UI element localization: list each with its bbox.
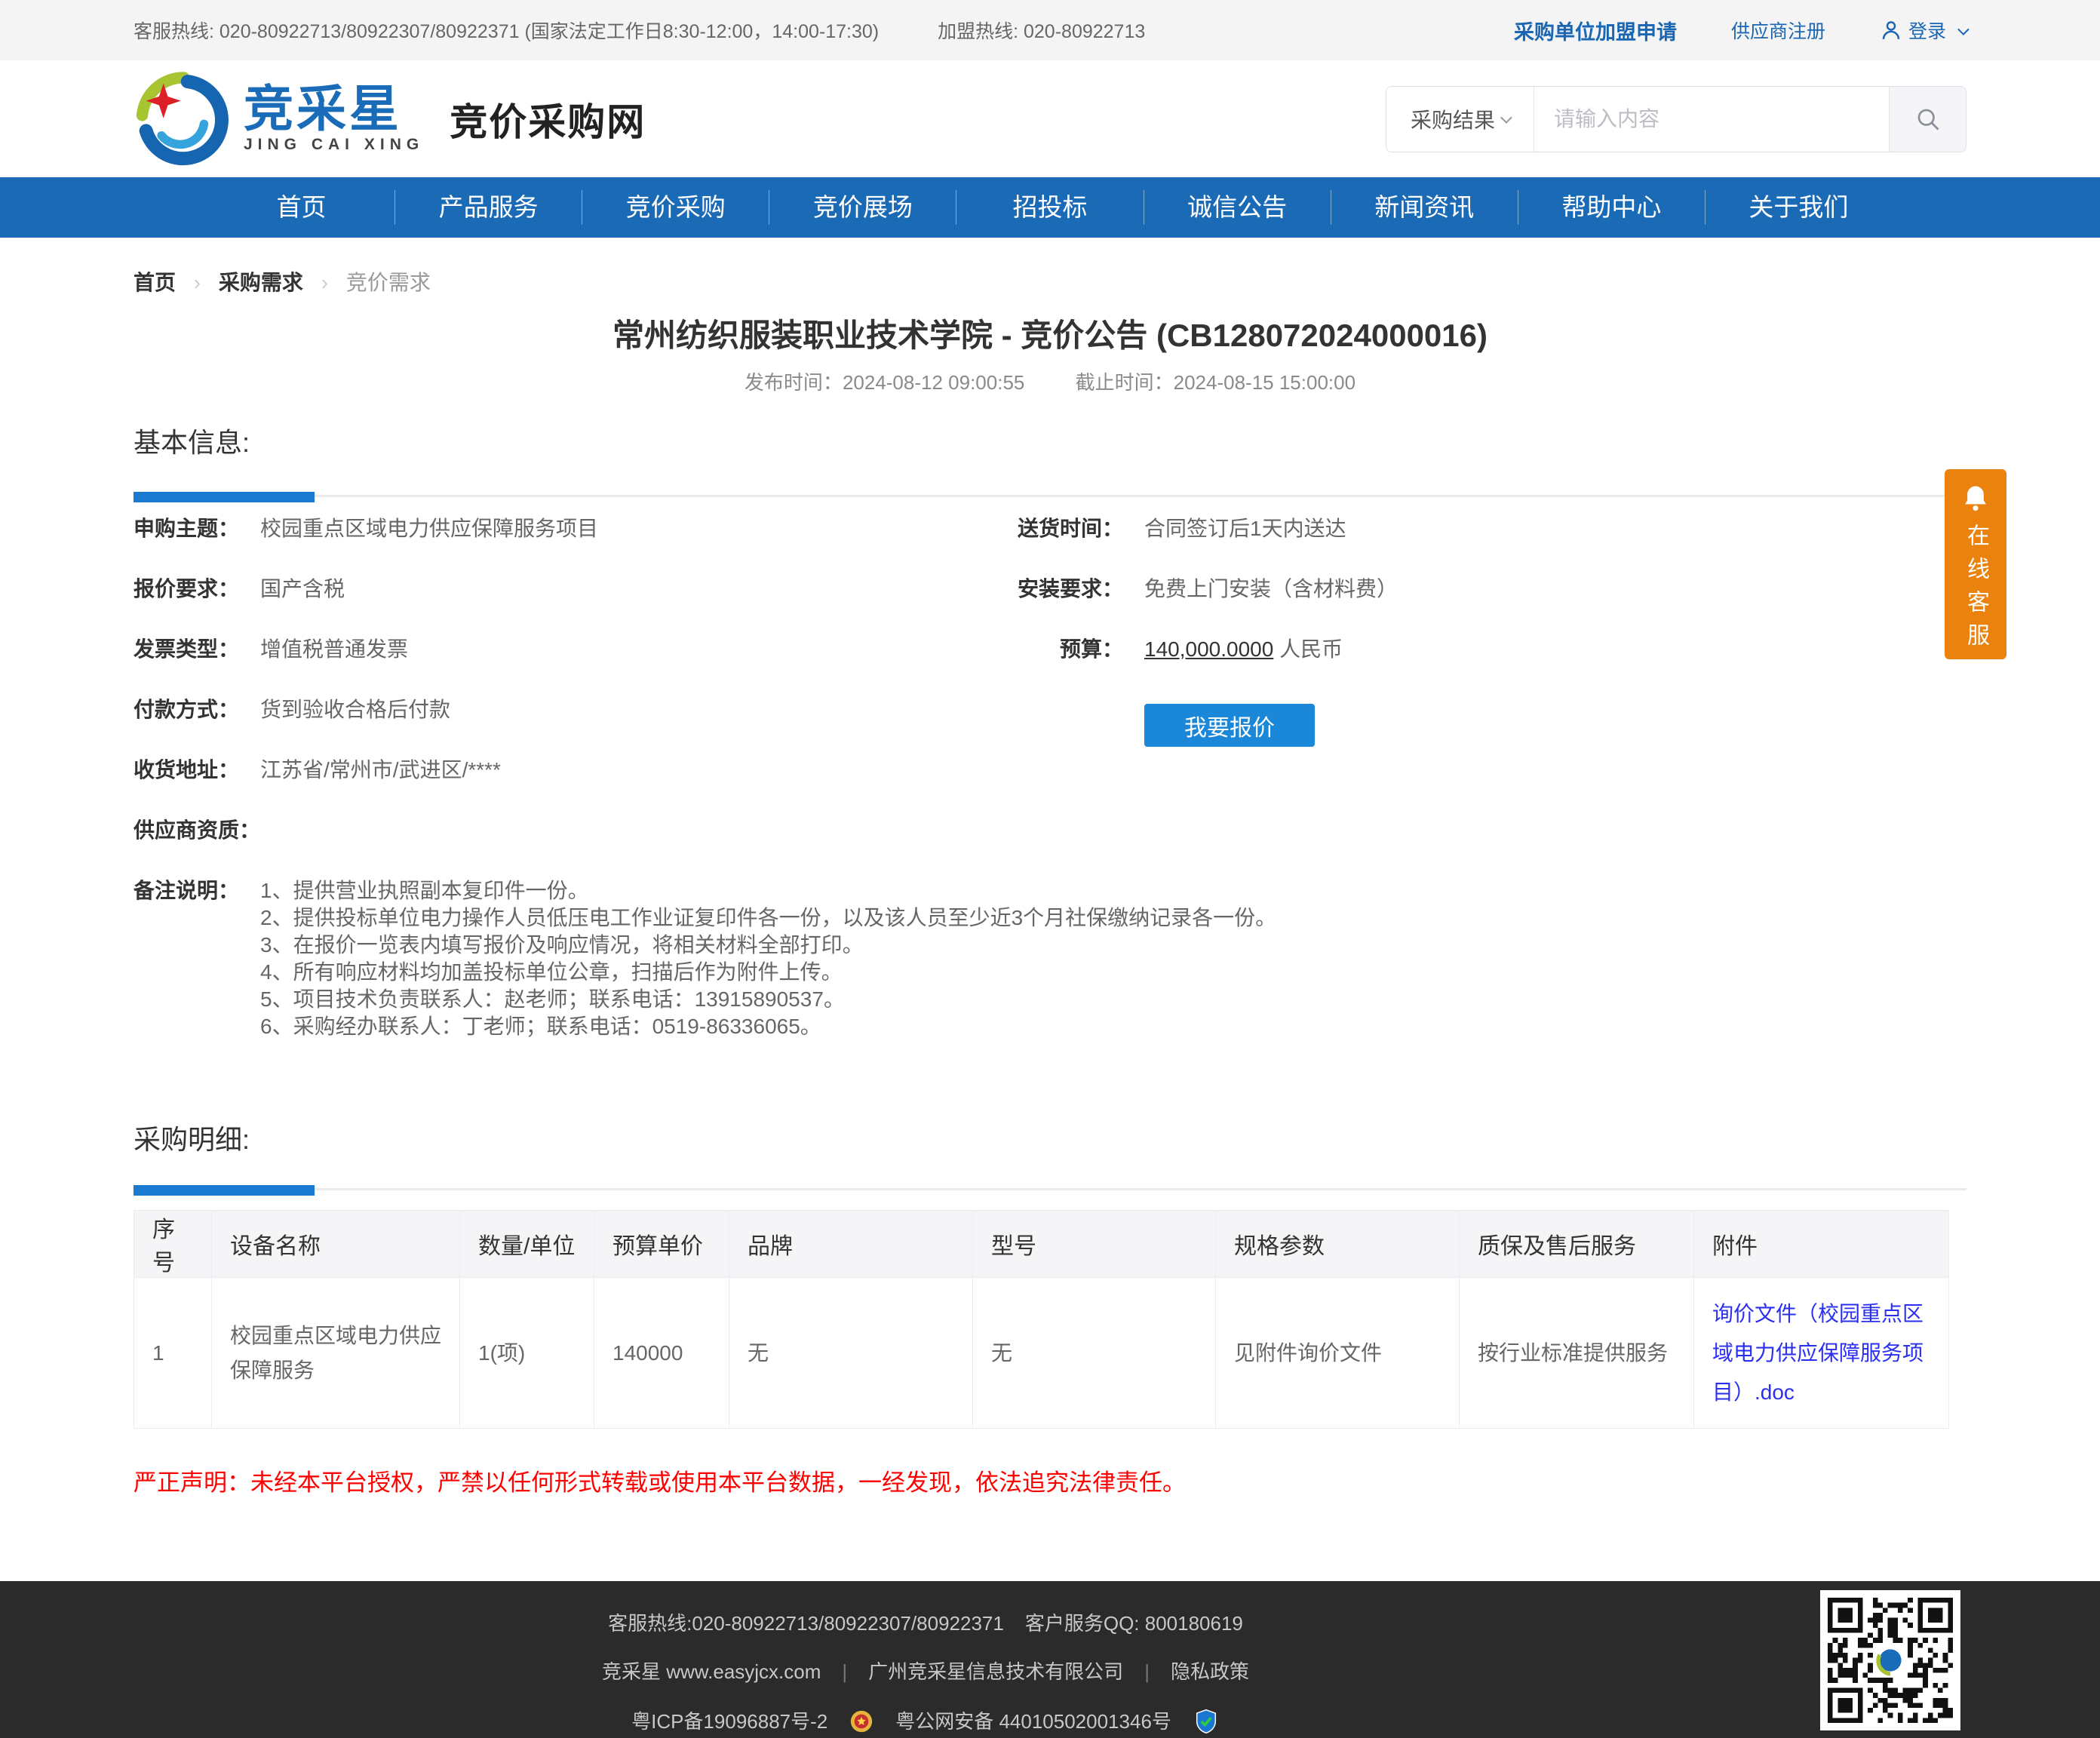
cell-budget-unit-price: 140000 — [594, 1277, 729, 1429]
nav-item-products[interactable]: 产品服务 — [395, 190, 582, 225]
police-badge-icon — [849, 1709, 874, 1734]
nav-item-integrity-notice[interactable]: 诚信公告 — [1143, 190, 1331, 225]
notice-times: 发布时间：2024-08-12 09:00:55 截止时间：2024-08-15… — [134, 370, 1966, 395]
service-hotline-text: 客服热线: 020-80922713/80922307/80922371 (国家… — [134, 21, 880, 42]
search-category-select[interactable]: 采购结果 — [1386, 86, 1534, 152]
search-button[interactable] — [1889, 86, 1966, 152]
footer-police-link[interactable]: 粤公网安备 44010502001346号 — [895, 1709, 1171, 1733]
search-icon — [1914, 106, 1942, 133]
logo: 竞采星 JING CAI XING 竞价采购网 — [134, 71, 646, 167]
basic-info-panel: 申购主题： 校园重点区域电力供应保障服务项目 报价要求： 国产含税 发票类型： … — [134, 497, 1966, 1110]
purchaser-join-link[interactable]: 采购单位加盟申请 — [1514, 16, 1677, 45]
footer-privacy-link[interactable]: 隐私政策 — [1171, 1660, 1249, 1684]
cell-spec: 见附件询价文件 — [1215, 1277, 1460, 1429]
remark-line: 2、提供投标单位电力操作人员低压电工作业证复印件各一份，以及该人员至少近3个月社… — [260, 906, 1277, 929]
nav-item-help-center[interactable]: 帮助中心 — [1517, 190, 1705, 225]
deadline-label: 截止时间： — [1075, 371, 1174, 394]
supplier-register-link[interactable]: 供应商注册 — [1731, 17, 1825, 44]
remark-line: 3、在报价一览表内填写报价及响应情况，将相关材料全部打印。 — [260, 933, 864, 957]
footer-company-link[interactable]: 广州竞采星信息技术有限公司 — [868, 1660, 1123, 1684]
table-header-row: 序号 设备名称 数量/单位 预算单价 品牌 型号 规格参数 质保及售后服务 附件 — [134, 1210, 1949, 1278]
budget-currency: 人民币 — [1279, 637, 1343, 661]
cell-seq: 1 — [134, 1277, 212, 1429]
nav-item-bidding-hall[interactable]: 竞价展场 — [769, 190, 956, 225]
breadcrumb-purchase-demand[interactable]: 采购需求 — [219, 271, 303, 294]
nav-item-bidding-purchase[interactable]: 竞价采购 — [582, 190, 769, 225]
nav-item-about-us[interactable]: 关于我们 — [1704, 190, 1892, 225]
footer-qq: 客户服务QQ: 800180619 — [1024, 1612, 1243, 1635]
page-footer: 客服热线:020-80922713/80922307/80922371 客户服务… — [0, 1581, 2100, 1738]
budget-amount-link[interactable]: 140,000.0000 — [1144, 637, 1273, 661]
footer-hotline: 客服热线:020-80922713/80922307/80922371 — [608, 1612, 1004, 1635]
publish-time-label: 发布时间： — [744, 371, 843, 394]
section-title-detail: 采购明细: — [134, 1123, 1966, 1196]
chevron-right-icon: › — [321, 271, 329, 294]
cell-device-name: 校园重点区域电力供应保障服务 — [211, 1277, 460, 1429]
col-brand: 品牌 — [729, 1210, 973, 1278]
deadline-value: 2024-08-15 15:00:00 — [1173, 371, 1356, 394]
remark-line: 4、所有响应材料均加盖投标单位公章，扫描后作为附件上传。 — [260, 960, 843, 984]
legal-statement: 严正声明：未经本平台授权，严禁以任何形式转载或使用本平台数据，一经发现，依法追究… — [134, 1469, 1186, 1496]
field-remarks: 备注说明： 1、提供营业执照副本复印件一份。 2、提供投标单位电力操作人员低压电… — [134, 877, 1966, 1040]
col-qty-unit: 数量/单位 — [459, 1210, 594, 1278]
field-install-requirement: 安装要求： 免费上门安装（含材料费） — [1017, 577, 1398, 600]
site-header: 竞采星 JING CAI XING 竞价采购网 采购结果 — [0, 60, 2100, 177]
cell-brand: 无 — [729, 1277, 973, 1429]
breadcrumb: 首页 › 采购需求 › 竞价需求 — [134, 238, 1966, 296]
nav-item-tenders[interactable]: 招投标 — [956, 190, 1143, 225]
cell-warranty: 按行业标准提供服务 — [1459, 1277, 1694, 1429]
col-warranty: 质保及售后服务 — [1459, 1210, 1694, 1278]
field-supplier-qualification: 供应商资质： — [134, 818, 261, 842]
chevron-down-icon — [1957, 23, 1970, 35]
field-delivery-address: 收货地址： 江苏省/常州市/武进区/**** — [134, 758, 501, 781]
main-nav: 首页 产品服务 竞价采购 竞价展场 招投标 诚信公告 新闻资讯 帮助中心 关于我… — [0, 177, 2100, 238]
remark-line: 6、采购经办联系人：丁老师；联系电话：0519-86336065。 — [260, 1015, 821, 1038]
col-model: 型号 — [972, 1210, 1216, 1278]
join-hotline-text: 加盟热线: 020-80922713 — [938, 21, 1146, 42]
col-spec: 规格参数 — [1215, 1210, 1460, 1278]
service-bell-icon — [1960, 483, 1991, 514]
security-shield-icon — [1193, 1708, 1220, 1735]
logo-icon — [134, 71, 230, 167]
user-icon — [1880, 19, 1902, 41]
remark-line: 1、提供营业执照副本复印件一份。 — [260, 879, 589, 902]
cell-model: 无 — [972, 1277, 1216, 1429]
topbar: 客服热线: 020-80922713/80922307/80922371 (国家… — [0, 0, 2100, 60]
footer-icp-link[interactable]: 粤ICP备19096887号-2 — [631, 1709, 827, 1733]
field-delivery-time: 送货时间： 合同签订后1天内送达 — [1017, 517, 1346, 540]
breadcrumb-current: 竞价需求 — [345, 271, 431, 294]
attachment-doc-link[interactable]: 询价文件（校园重点区域电力供应保障服务项目）.doc — [1712, 1302, 1923, 1404]
col-seq: 序号 — [134, 1210, 212, 1278]
chevron-right-icon: › — [193, 271, 201, 294]
cell-attachment: 询价文件（校园重点区域电力供应保障服务项目）.doc — [1693, 1277, 1949, 1429]
search-input[interactable] — [1534, 86, 1889, 152]
col-attachment: 附件 — [1693, 1210, 1949, 1278]
remark-line: 5、项目技术负责联系人：赵老师；联系电话：13915890537。 — [260, 987, 845, 1011]
footer-site-link[interactable]: 竞采星 www.easyjcx.com — [602, 1660, 821, 1684]
section-title-basic-info: 基本信息: — [134, 426, 1966, 502]
breadcrumb-home[interactable]: 首页 — [134, 271, 176, 294]
qr-code — [1820, 1590, 1960, 1730]
col-budget-unit-price: 预算单价 — [594, 1210, 729, 1278]
table-row: 1 校园重点区域电力供应保障服务 1(项) 140000 无 无 见附件询价文件… — [134, 1277, 1949, 1429]
chevron-down-icon — [1500, 112, 1512, 124]
logo-text-en: JING CAI XING — [244, 135, 425, 153]
purchase-detail-table: 序号 设备名称 数量/单位 预算单价 品牌 型号 规格参数 质保及售后服务 附件… — [134, 1210, 1949, 1429]
field-budget: 预算： 140,000.0000 人民币 — [1059, 637, 1343, 661]
quote-button[interactable]: 我要报价 — [1144, 704, 1315, 747]
nav-item-home[interactable]: 首页 — [208, 190, 395, 225]
col-device-name: 设备名称 — [211, 1210, 460, 1278]
publish-time-value: 2024-08-12 09:00:55 — [842, 371, 1025, 394]
search-category-value: 采购结果 — [1410, 108, 1495, 132]
logo-text-cn: 竞采星 — [244, 80, 402, 137]
cell-qty-unit: 1(项) — [459, 1277, 594, 1429]
login-label: 登录 — [1908, 21, 1946, 42]
online-service-label: 在线客服 — [1963, 524, 1988, 656]
online-service-tab[interactable]: 在线客服 — [1945, 469, 2006, 659]
login-link[interactable]: 登录 — [1880, 17, 1970, 44]
nav-item-news[interactable]: 新闻资讯 — [1330, 190, 1518, 225]
search-bar: 采购结果 — [1386, 85, 1966, 152]
site-name: 竞价采购网 — [450, 100, 646, 143]
page-title: 常州纺织服装职业技术学院 - 竞价公告 (CB128072024000016) — [612, 318, 1488, 353]
